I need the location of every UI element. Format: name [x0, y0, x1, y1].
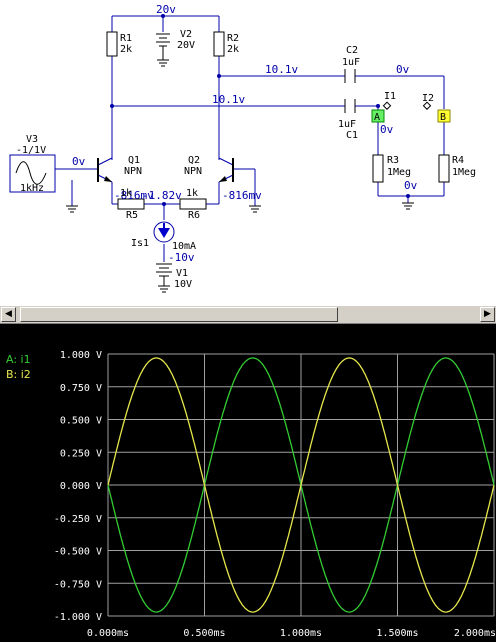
node-q2-collector-voltage: 10.1v	[265, 63, 298, 76]
is1-value: 10mA	[172, 241, 196, 252]
node-q1-collector-voltage: 10.1v	[212, 93, 245, 106]
x-tick-label: 0.000ms	[87, 628, 129, 639]
node-i1-voltage: 0v	[380, 123, 394, 136]
y-tick-label: 1.000 V	[60, 350, 102, 361]
r3-value: 1Meg	[387, 167, 411, 178]
r5-name: R5	[126, 210, 138, 221]
y-tick-label: -1.000 V	[54, 612, 102, 623]
y-tick-label: 0.750 V	[60, 383, 102, 394]
r6-value: 1k	[186, 188, 198, 199]
r1-name: R1	[120, 33, 132, 44]
c2-name: C2	[346, 45, 358, 56]
x-tick-label: 1.000ms	[280, 628, 322, 639]
circuit-schematic: A B 20v 0v 10.1v 10.1v 0v 0v 0v -816mv -…	[0, 0, 496, 305]
v2-name: V2	[180, 29, 192, 40]
i2-label: I2	[422, 93, 434, 104]
x-tick-label: 1.500ms	[376, 628, 418, 639]
q1-type: NPN	[124, 166, 142, 177]
node-input-voltage: 0v	[72, 155, 86, 168]
node-c2-right-voltage: 0v	[396, 63, 410, 76]
node-q2-emitter-voltage: -816mv	[222, 189, 262, 202]
node-supply-voltage: 20v	[156, 3, 176, 16]
scroll-thumb[interactable]	[20, 307, 338, 322]
waveform-plot: 1.000 V 0.750 V 0.500 V 0.250 V 0.000 V -0.25…	[54, 350, 496, 639]
r2-value: 2k	[227, 44, 239, 55]
y-tick-label: -0.250 V	[54, 514, 102, 525]
r3-name: R3	[387, 155, 399, 166]
horizontal-scrollbar[interactable]: ◀ ▶	[0, 305, 496, 324]
r2-name: R2	[227, 33, 239, 44]
i1-label: I1	[384, 91, 396, 102]
scroll-left-button[interactable]: ◀	[1, 307, 16, 322]
y-tick-label: 0.500 V	[60, 416, 102, 427]
probe-a-label: A	[374, 112, 380, 123]
v3-name: V3	[26, 134, 38, 145]
v1-value: 10V	[174, 279, 192, 290]
c1-name: C1	[346, 130, 358, 141]
q1-name: Q1	[128, 155, 140, 166]
v3-value: -1/1V	[16, 145, 46, 156]
c2-value: 1uF	[342, 57, 360, 68]
v1-name: V1	[176, 268, 188, 279]
r1-value: 2k	[120, 44, 132, 55]
x-tick-label: 0.500ms	[183, 628, 225, 639]
scroll-right-button[interactable]: ▶	[480, 307, 495, 322]
y-tick-label: 0.000 V	[60, 481, 102, 492]
node-tail-voltage: -1.82v	[142, 189, 182, 202]
probe-b-label: B	[440, 112, 446, 123]
node-output-ground-voltage: 0v	[404, 179, 418, 192]
y-tick-label: -0.500 V	[54, 547, 102, 558]
v2-value: 20V	[177, 40, 195, 51]
r5-value: 1k	[120, 188, 132, 199]
x-tick-label: 2.000ms	[454, 628, 496, 639]
oscilloscope-panel: A: i1 B: i2 1.000 V 0.750 V 0.500 V 0.250 V…	[0, 324, 496, 642]
node-v1-voltage: -10v	[168, 251, 195, 264]
y-tick-label: -0.750 V	[54, 579, 102, 590]
r4-value: 1Meg	[452, 167, 476, 178]
q2-name: Q2	[188, 155, 200, 166]
q2-type: NPN	[184, 166, 202, 177]
y-tick-label: 0.250 V	[60, 448, 102, 459]
r6-name: R6	[188, 210, 200, 221]
c1-value: 1uF	[338, 119, 356, 130]
v3-frequency: 1kHz	[20, 183, 44, 194]
r4-name: R4	[452, 155, 464, 166]
is1-name: Is1	[131, 238, 149, 249]
